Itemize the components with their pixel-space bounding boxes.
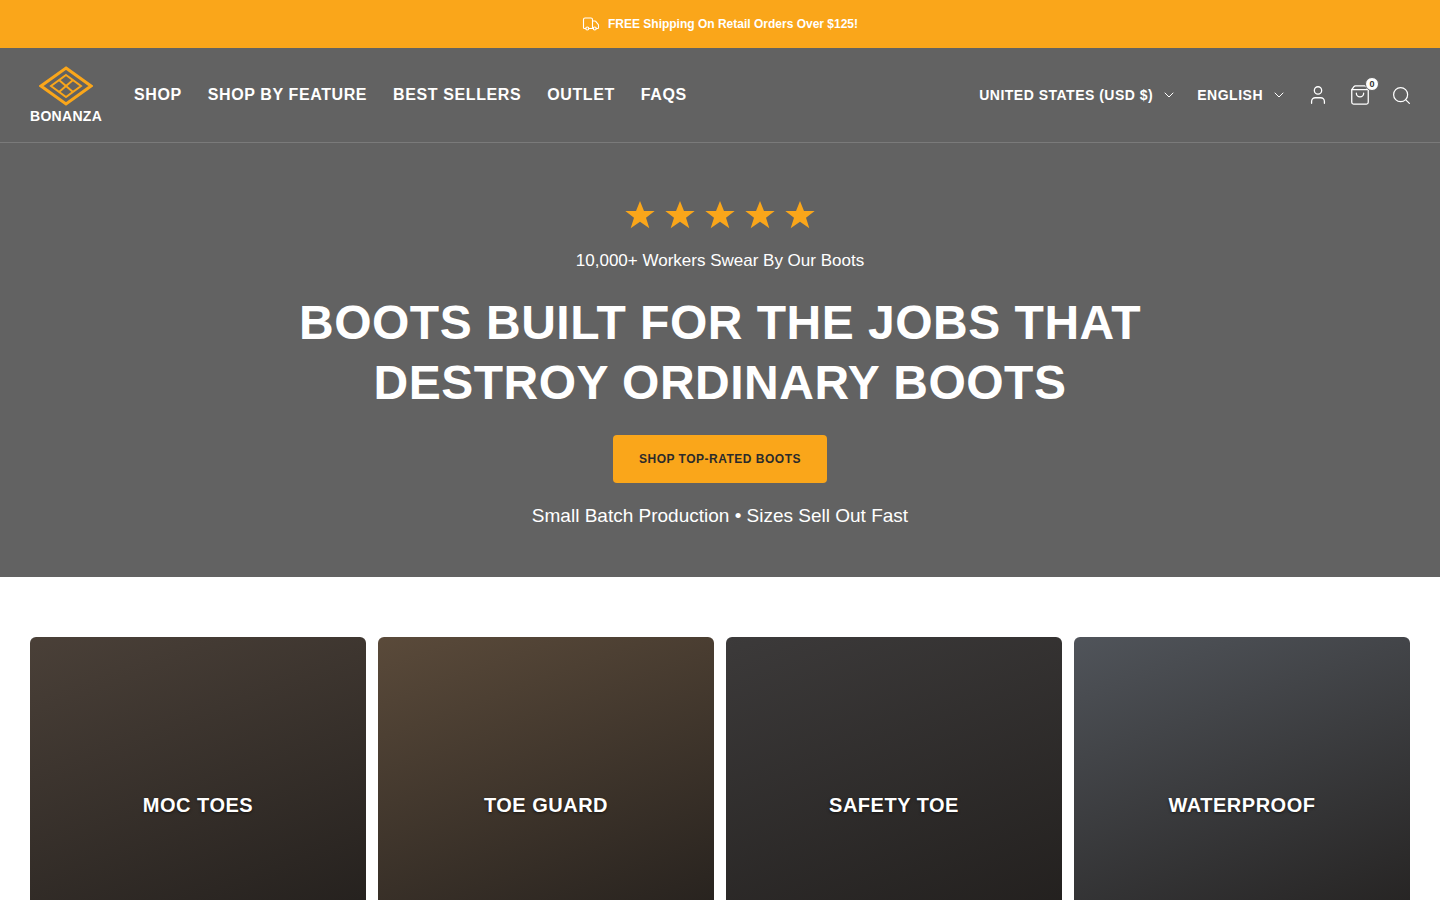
announcement-bar: FREE Shipping On Retail Orders Over $125… bbox=[0, 0, 1440, 48]
site-header: BONANZA SHOP SHOP BY FEATURE BEST SELLERS OU… bbox=[0, 48, 1440, 143]
hero-tagline: 10,000+ Workers Swear By Our Boots bbox=[576, 251, 864, 271]
search-icon bbox=[1391, 85, 1412, 106]
page: FREE Shipping On Retail Orders Over $125… bbox=[0, 0, 1440, 900]
star-icon bbox=[704, 199, 736, 231]
language-selector[interactable]: ENGLISH bbox=[1197, 87, 1287, 103]
hero-title: BOOTS BUILT FOR THE JOBS THAT DESTROY OR… bbox=[220, 293, 1220, 413]
category-label: MOC TOES bbox=[143, 794, 253, 817]
star-icon bbox=[784, 199, 816, 231]
category-card[interactable]: MOC TOES bbox=[30, 637, 366, 900]
category-card[interactable]: WATERPROOF bbox=[1074, 637, 1410, 900]
star-icon bbox=[744, 199, 776, 231]
logo-text: BONANZA bbox=[30, 108, 102, 124]
announcement-text: FREE Shipping On Retail Orders Over $125… bbox=[608, 17, 858, 31]
user-icon bbox=[1307, 84, 1329, 106]
truck-icon bbox=[582, 15, 600, 33]
star-icon bbox=[664, 199, 696, 231]
nav-link[interactable]: SHOP BY FEATURE bbox=[208, 86, 367, 104]
cart-count: 0 bbox=[1365, 77, 1379, 91]
chevron-down-icon bbox=[1271, 87, 1287, 103]
nav-link[interactable]: BEST SELLERS bbox=[393, 86, 521, 104]
hero-note: Small Batch Production • Sizes Sell Out … bbox=[532, 505, 908, 527]
star-icon bbox=[624, 199, 656, 231]
logo[interactable]: BONANZA bbox=[30, 66, 102, 124]
category-label: TOE GUARD bbox=[484, 794, 608, 817]
category-card[interactable]: TOE GUARD bbox=[378, 637, 714, 900]
category-label: WATERPROOF bbox=[1169, 794, 1316, 817]
cart-button[interactable]: 0 bbox=[1349, 84, 1371, 106]
shop-button[interactable]: SHOP TOP-RATED BOOTS bbox=[613, 435, 827, 483]
country-selector[interactable]: UNITED STATES (USD $) bbox=[979, 87, 1177, 103]
category-card[interactable]: SAFETY TOE bbox=[726, 637, 1062, 900]
main-nav: SHOP SHOP BY FEATURE BEST SELLERS OUTLET FAQ… bbox=[134, 86, 979, 104]
header-actions: UNITED STATES (USD $) ENGLISH 0 bbox=[979, 84, 1412, 106]
category-grid: MOC TOES TOE GUARD SAFETY TOE WATERPROOF bbox=[0, 577, 1440, 900]
search-button[interactable] bbox=[1391, 85, 1412, 106]
logo-icon bbox=[39, 66, 93, 106]
star-rating bbox=[624, 199, 816, 231]
chevron-down-icon bbox=[1161, 87, 1177, 103]
nav-link[interactable]: OUTLET bbox=[547, 86, 615, 104]
hero: 10,000+ Workers Swear By Our Boots BOOTS … bbox=[0, 143, 1440, 577]
nav-link[interactable]: SHOP bbox=[134, 86, 182, 104]
category-label: SAFETY TOE bbox=[829, 794, 959, 817]
nav-link[interactable]: FAQS bbox=[641, 86, 687, 104]
account-button[interactable] bbox=[1307, 84, 1329, 106]
